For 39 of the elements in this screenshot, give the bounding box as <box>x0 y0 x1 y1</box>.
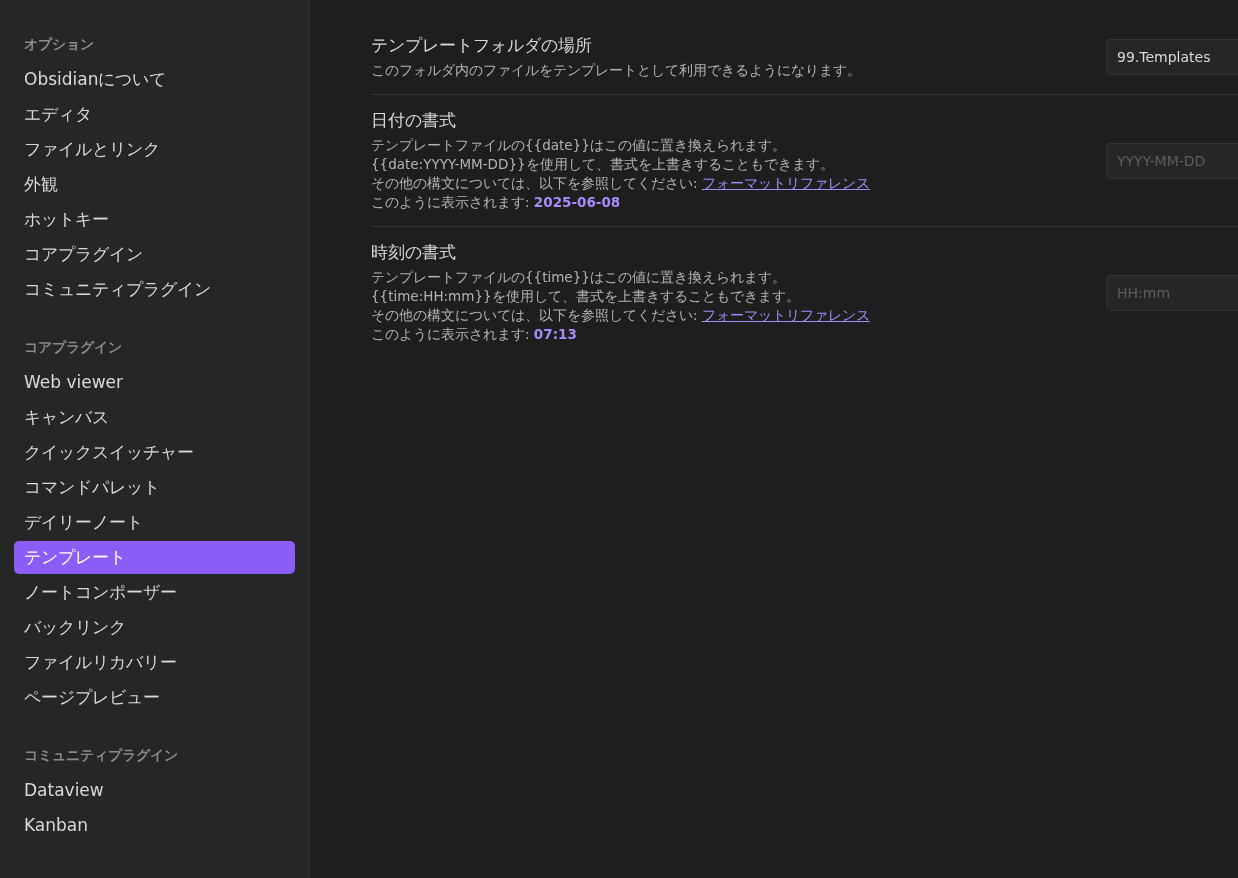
sidebar-item[interactable]: Kanban <box>14 809 295 842</box>
sidebar-item[interactable]: デイリーノート <box>14 506 295 539</box>
setting-description: テンプレートファイルの{{time}}はこの値に置き換えられます。 <box>371 268 787 287</box>
sidebar-item[interactable]: ホットキー <box>14 203 295 236</box>
setting-name: 日付の書式 <box>371 109 457 132</box>
sidebar-item[interactable]: ファイルとリンク <box>14 133 295 166</box>
sidebar-item[interactable]: コマンドパレット <box>14 471 295 504</box>
setting-description: {{time:HH:mm}}を使用して、書式を上書きすることもできます。 <box>371 287 801 306</box>
sidebar-item[interactable]: テンプレート <box>14 541 295 574</box>
preview-line: このように表示されます: 2025-06-08 <box>371 193 622 212</box>
setting-description: その他の構文については、以下を参照してください: フォーマットリファレンス <box>371 174 870 193</box>
sidebar-item[interactable]: ノートコンポーザー <box>14 576 295 609</box>
setting-description: このフォルダ内のファイルをテンプレートとして利用できるようになります。 <box>371 61 861 80</box>
section-heading: コアプラグイン <box>23 338 123 357</box>
input-field[interactable]: 99.Templates <box>1106 39 1238 75</box>
sidebar-item[interactable]: Web viewer <box>14 366 295 399</box>
setting-name: テンプレートフォルダの場所 <box>371 34 593 57</box>
sidebar-item[interactable]: キャンバス <box>14 401 295 434</box>
sidebar-item[interactable]: Obsidianについて <box>14 63 295 96</box>
section-heading: コミュニティプラグイン <box>23 746 179 765</box>
input-field[interactable]: YYYY-MM-DD <box>1106 142 1238 179</box>
setting-description: {{date:YYYY-MM-DD}}を使用して、書式を上書きすることもできます。 <box>371 155 835 174</box>
sidebar-item[interactable]: バックリンク <box>14 611 295 644</box>
input-field[interactable]: HH:mm <box>1106 274 1238 311</box>
setting-description: その他の構文については、以下を参照してください: フォーマットリファレンス <box>371 306 870 325</box>
setting-name: 時刻の書式 <box>371 241 457 264</box>
sidebar-item[interactable]: Dataview <box>14 774 295 807</box>
sidebar-item[interactable]: ファイルリカバリー <box>14 646 295 679</box>
sidebar-item[interactable]: コミュニティプラグイン <box>14 273 295 306</box>
format-reference-link[interactable]: フォーマットリファレンス <box>701 175 870 191</box>
sidebar-item[interactable]: 外観 <box>14 168 295 201</box>
preview-line: このように表示されます: 07:13 <box>371 325 578 344</box>
format-reference-link[interactable]: フォーマットリファレンス <box>701 307 870 323</box>
sidebar-item[interactable]: コアプラグイン <box>14 238 295 271</box>
section-heading: オプション <box>23 35 95 54</box>
setting-description: テンプレートファイルの{{date}}はこの値に置き換えられます。 <box>371 136 787 155</box>
sidebar-item[interactable]: エディタ <box>14 98 295 131</box>
sidebar-item[interactable]: ページプレビュー <box>14 681 295 714</box>
sidebar-item[interactable]: クイックスイッチャー <box>14 436 295 469</box>
